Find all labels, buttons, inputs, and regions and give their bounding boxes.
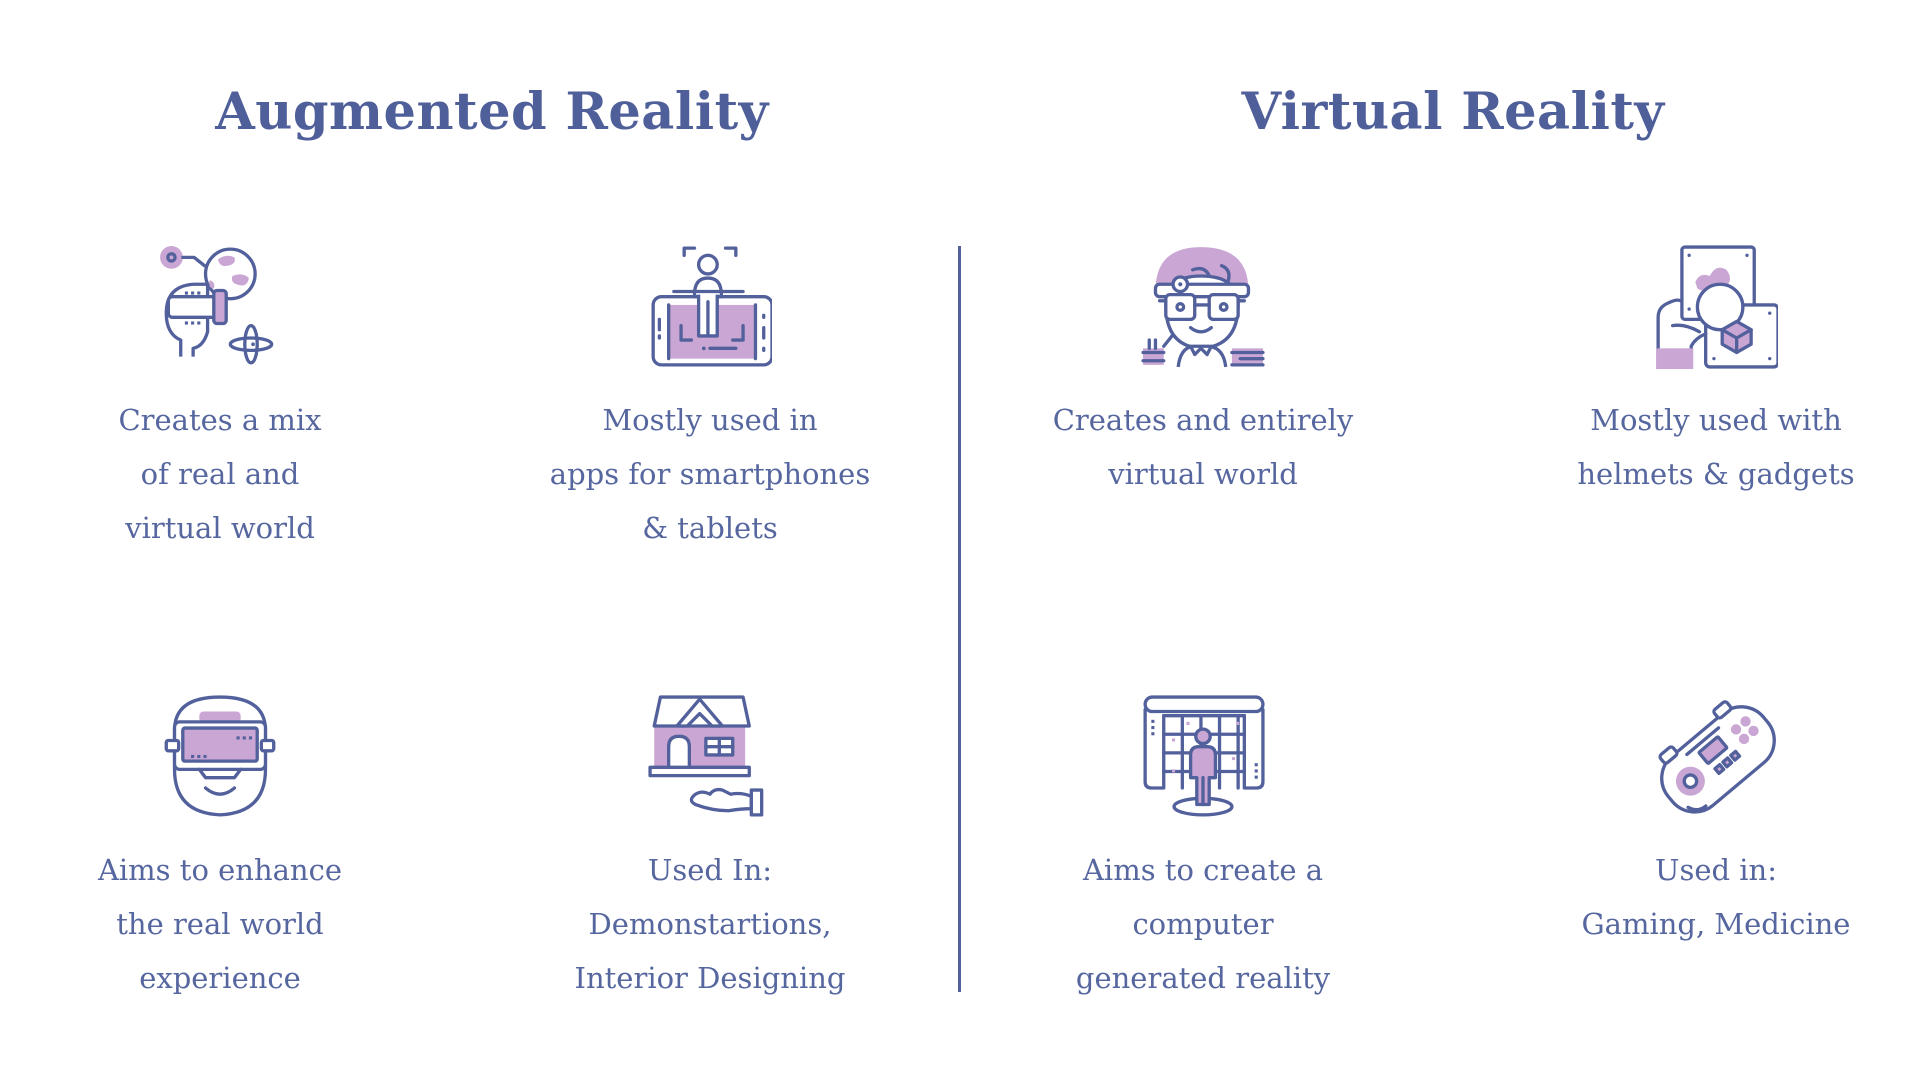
text-line: Mostly used with <box>1590 403 1842 437</box>
section-divider <box>958 246 961 992</box>
house-on-hand-icon <box>648 695 764 817</box>
virtual-reality-heading: Virtual Reality <box>1241 82 1665 142</box>
ar-card-used-in: Used In: Demonstartions, Interior Design… <box>490 695 930 1005</box>
text-line: virtual world <box>1108 457 1298 491</box>
ar-card-mix-reality-text: Creates a mix of real and virtual world <box>0 393 440 555</box>
smartphone-ar-person-icon <box>651 246 772 367</box>
vr-card-helmets-gadgets: Mostly used with helmets & gadgets <box>1496 245 1920 501</box>
text-line: of real and <box>140 457 300 491</box>
text-line: the real world <box>116 907 324 941</box>
ar-card-mix-reality: Creates a mix of real and virtual world <box>0 245 440 555</box>
ar-card-enhance-real-world-text: Aims to enhance the real world experienc… <box>0 843 440 1005</box>
person-in-vr-room-icon <box>1143 695 1265 817</box>
augmented-reality-heading: Augmented Reality <box>215 82 769 142</box>
text-line: helmets & gadgets <box>1577 457 1855 491</box>
text-line: virtual world <box>125 511 315 545</box>
vr-card-gaming-medicine: Used in: Gaming, Medicine <box>1496 695 1920 951</box>
ar-card-enhance-real-world: Aims to enhance the real world experienc… <box>0 695 440 1005</box>
text-line: Creates and entirely <box>1052 403 1354 437</box>
vr-card-helmets-gadgets-text: Mostly used with helmets & gadgets <box>1496 393 1920 501</box>
text-line: Used in: <box>1655 853 1777 887</box>
text-line: Interior Designing <box>574 961 846 995</box>
text-line: Gaming, Medicine <box>1581 907 1851 941</box>
vr-card-virtual-world-text: Creates and entirely virtual world <box>983 393 1423 501</box>
text-line: experience <box>139 961 301 995</box>
ar-card-smartphones-text: Mostly used in apps for smartphones & ta… <box>490 393 930 555</box>
text-line: computer <box>1132 907 1274 941</box>
vr-card-computer-generated-text: Aims to create a computer generated real… <box>983 843 1423 1005</box>
text-line: apps for smartphones <box>549 457 871 491</box>
text-line: & tablets <box>642 511 778 545</box>
text-line: Demonstartions, <box>588 907 832 941</box>
vr-headset-head-globe-icon <box>160 246 274 365</box>
vr-card-computer-generated: Aims to create a computer generated real… <box>983 695 1423 1005</box>
hand-holding-vr-cube-icon <box>1656 245 1778 369</box>
game-controller-icon <box>1658 700 1776 814</box>
text-line: generated reality <box>1075 961 1331 995</box>
text-line: Creates a mix <box>118 403 322 437</box>
vr-card-gaming-medicine-text: Used in: Gaming, Medicine <box>1496 843 1920 951</box>
text-line: Aims to create a <box>1082 853 1324 887</box>
ar-card-used-in-text: Used In: Demonstartions, Interior Design… <box>490 843 930 1005</box>
vr-card-virtual-world: Creates and entirely virtual world <box>983 245 1423 501</box>
text-line: Aims to enhance <box>97 853 343 887</box>
text-line: Used In: <box>647 853 773 887</box>
text-line: Mostly used in <box>602 403 818 437</box>
boy-with-vr-glasses-icon <box>1141 247 1265 368</box>
ar-glasses-face-icon <box>164 695 276 817</box>
ar-card-smartphones: Mostly used in apps for smartphones & ta… <box>490 245 930 555</box>
